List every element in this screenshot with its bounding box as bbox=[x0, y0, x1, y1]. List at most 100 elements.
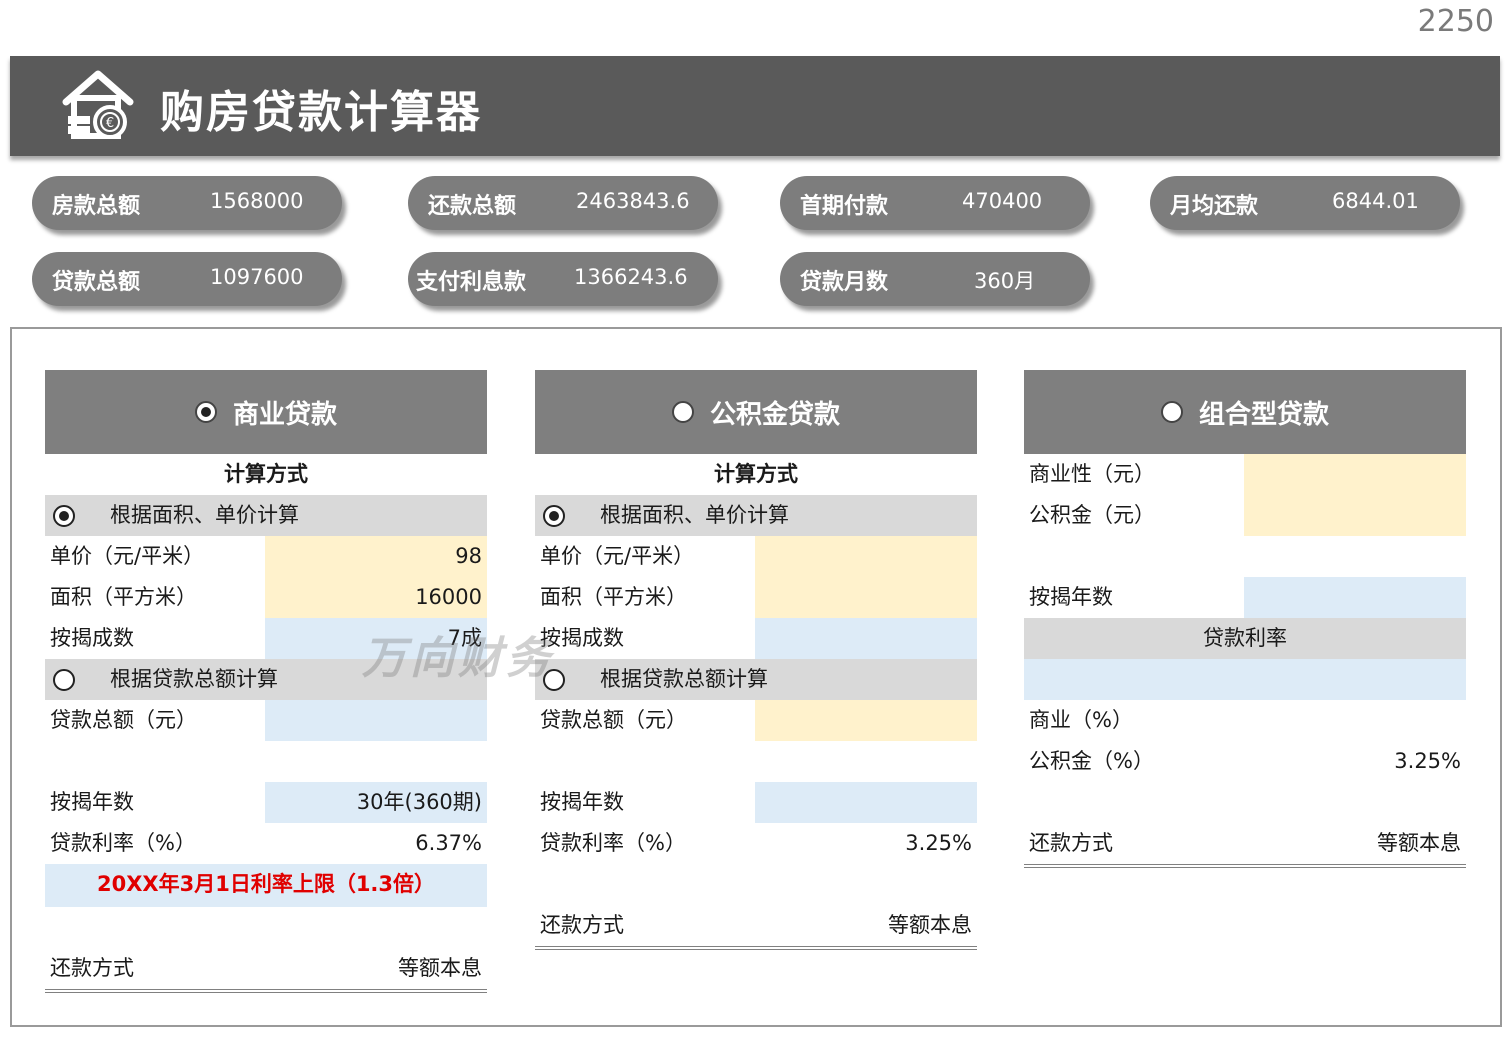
svg-text:€: € bbox=[106, 116, 114, 131]
radio-selected-icon[interactable] bbox=[53, 505, 75, 527]
field-label: 贷款总额（元） bbox=[540, 708, 687, 732]
area-input[interactable] bbox=[755, 577, 977, 618]
field-value: 98 bbox=[455, 544, 482, 568]
summary-label: 支付利息款 bbox=[416, 270, 527, 295]
rate-row: 贷款利率（%） 6.37% bbox=[45, 823, 487, 864]
field-label: 还款方式 bbox=[50, 956, 134, 980]
fund-loan-tab[interactable]: 公积金贷款 bbox=[535, 370, 977, 454]
radio-unselected-icon[interactable] bbox=[1160, 401, 1183, 423]
field-label: 公积金（元） bbox=[1029, 503, 1155, 527]
field-value: 16000 bbox=[415, 585, 482, 609]
summary-value: 470400 bbox=[962, 189, 1043, 213]
field-label: 按揭年数 bbox=[50, 790, 134, 814]
unit-price-row: 单价（元/平米） 98 bbox=[45, 536, 487, 577]
commercial-amount-row: 商业性（元） bbox=[1024, 454, 1466, 495]
field-label: 按揭年数 bbox=[1029, 585, 1113, 609]
commercial-loan-title: 商业贷款 bbox=[232, 399, 337, 430]
field-label: 面积（平方米） bbox=[50, 585, 197, 609]
header-bar: € 购房贷款计算器 bbox=[10, 56, 1500, 156]
field-label: 按揭成数 bbox=[50, 626, 134, 650]
unit-price-input[interactable] bbox=[755, 536, 977, 577]
fund-rate-value: 3.25% bbox=[1394, 749, 1461, 773]
option-label: 根据贷款总额计算 bbox=[600, 667, 768, 691]
field-label: 单价（元/平米） bbox=[50, 544, 205, 568]
field-label: 商业（%） bbox=[1029, 708, 1133, 732]
field-label: 贷款利率（%） bbox=[50, 831, 196, 855]
commercial-amount-input[interactable] bbox=[1244, 454, 1466, 495]
by-total-option[interactable]: 根据贷款总额计算 bbox=[535, 659, 977, 700]
summary-label: 还款总额 bbox=[428, 194, 517, 219]
years-select[interactable] bbox=[755, 782, 977, 823]
unit-price-row: 单价（元/平米） bbox=[535, 536, 977, 577]
rate-title: 贷款利率 bbox=[1024, 618, 1466, 659]
unit-price-input[interactable]: 98 bbox=[265, 536, 487, 577]
rate-note: 20XX年3月1日利率上限（1.3倍） bbox=[45, 864, 487, 907]
years-select[interactable]: 30年(360期) bbox=[265, 782, 487, 823]
years-row: 按揭年数 bbox=[1024, 577, 1466, 618]
by-area-option[interactable]: 根据面积、单价计算 bbox=[535, 495, 977, 536]
radio-selected-icon[interactable] bbox=[194, 401, 217, 423]
summary-value: 2463843.6 bbox=[576, 189, 690, 213]
area-input[interactable]: 16000 bbox=[265, 577, 487, 618]
combined-loan-tab[interactable]: 组合型贷款 bbox=[1024, 370, 1466, 454]
repay-method-row: 还款方式 等额本息 bbox=[45, 948, 487, 993]
field-label: 商业性（元） bbox=[1029, 462, 1155, 486]
summary-pill-monthly-payment: 月均还款 6844.01 bbox=[1150, 176, 1460, 230]
field-value: 30年(360期) bbox=[356, 790, 482, 814]
repay-method-value[interactable]: 等额本息 bbox=[888, 905, 972, 946]
area-row: 面积（平方米） bbox=[535, 577, 977, 618]
field-label: 贷款利率（%） bbox=[540, 831, 686, 855]
summary-value: 1097600 bbox=[210, 265, 304, 289]
years-row: 按揭年数 bbox=[535, 782, 977, 823]
combined-loan-title: 组合型贷款 bbox=[1198, 399, 1329, 430]
rate-value: 6.37% bbox=[415, 831, 482, 855]
years-row: 按揭年数 30年(360期) bbox=[45, 782, 487, 823]
summary-pill-loan-total: 贷款总额 1097600 bbox=[32, 252, 342, 306]
page-number: 2250 bbox=[1417, 4, 1494, 39]
summary-value: 360月 bbox=[974, 269, 1036, 293]
fund-amount-row: 公积金（元） bbox=[1024, 495, 1466, 536]
field-label: 按揭年数 bbox=[540, 790, 624, 814]
years-select[interactable] bbox=[1244, 577, 1466, 618]
option-label: 根据贷款总额计算 bbox=[110, 667, 278, 691]
loan-total-input[interactable] bbox=[755, 700, 977, 741]
fund-loan-panel: 公积金贷款 计算方式 根据面积、单价计算 单价（元/平米） 面积（平方米） 按揭… bbox=[535, 370, 977, 950]
summary-label: 房款总额 bbox=[52, 194, 141, 219]
summary-label: 贷款总额 bbox=[52, 270, 141, 295]
field-label: 贷款总额（元） bbox=[50, 708, 197, 732]
radio-unselected-icon[interactable] bbox=[53, 669, 75, 691]
by-area-option[interactable]: 根据面积、单价计算 bbox=[45, 495, 487, 536]
repay-method-value[interactable]: 等额本息 bbox=[398, 948, 482, 989]
repay-method-row: 还款方式 等额本息 bbox=[1024, 823, 1466, 868]
radio-unselected-icon[interactable] bbox=[671, 401, 694, 423]
rate-select[interactable] bbox=[1024, 659, 1466, 700]
summary-label: 首期付款 bbox=[800, 194, 889, 219]
summary-pill-total-price: 房款总额 1568000 bbox=[32, 176, 342, 230]
loan-total-input[interactable] bbox=[265, 700, 487, 741]
loan-total-row: 贷款总额（元） bbox=[535, 700, 977, 741]
method-title: 计算方式 bbox=[224, 462, 308, 486]
method-title: 计算方式 bbox=[714, 462, 798, 486]
commercial-loan-tab[interactable]: 商业贷款 bbox=[45, 370, 487, 454]
watermark: 万向财务 bbox=[362, 633, 554, 684]
radio-selected-icon[interactable] bbox=[543, 505, 565, 527]
loan-total-row: 贷款总额（元） bbox=[45, 700, 487, 741]
summary-label: 月均还款 bbox=[1170, 194, 1259, 219]
fund-amount-input[interactable] bbox=[1244, 495, 1466, 536]
ratio-select[interactable] bbox=[755, 618, 977, 659]
field-label: 面积（平方米） bbox=[540, 585, 687, 609]
summary-label: 贷款月数 bbox=[800, 270, 889, 295]
repay-method-value[interactable]: 等额本息 bbox=[1377, 823, 1461, 864]
option-label: 根据面积、单价计算 bbox=[600, 503, 789, 527]
summary-pill-total-repayment: 还款总额 2463843.6 bbox=[408, 176, 718, 230]
area-row: 面积（平方米） 16000 bbox=[45, 577, 487, 618]
summary-value: 6844.01 bbox=[1332, 189, 1419, 213]
summary-pill-interest-paid: 支付利息款 1366243.6 bbox=[408, 252, 718, 306]
field-label: 还款方式 bbox=[540, 913, 624, 937]
